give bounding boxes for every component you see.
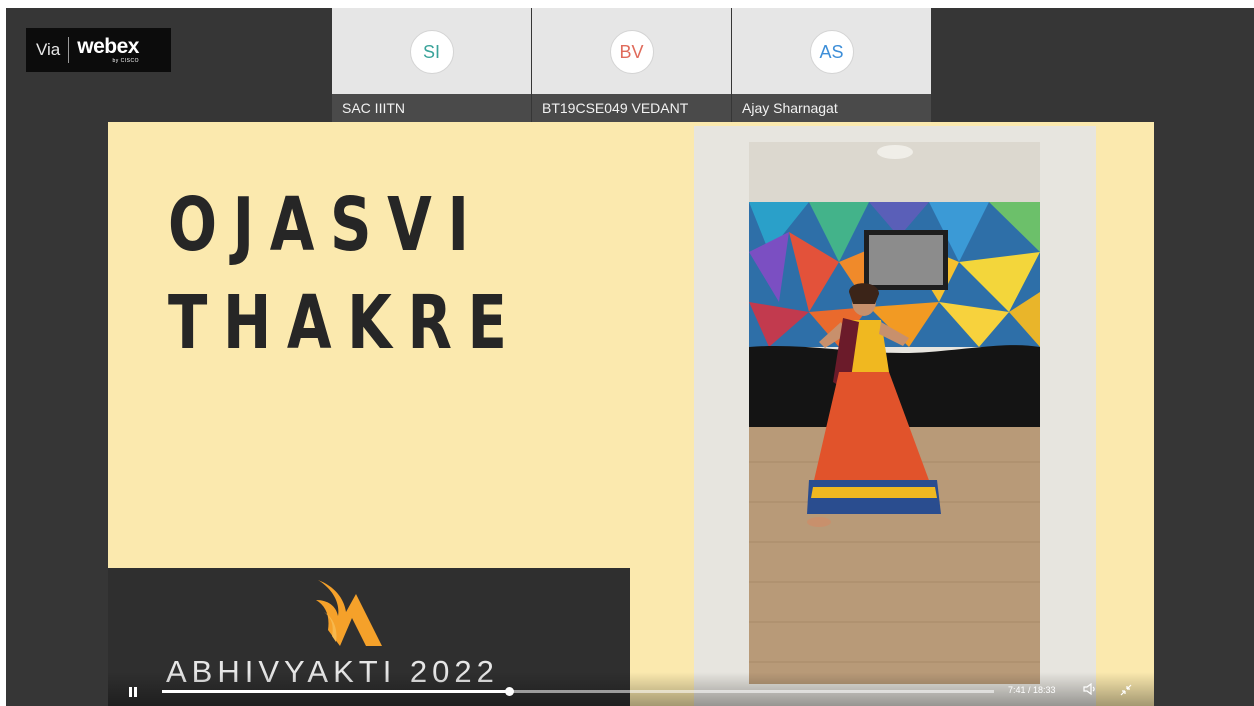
volume-icon[interactable] [1083,683,1097,695]
webex-logo: webex by CISCO [77,36,139,64]
exit-fullscreen-icon[interactable] [1120,684,1132,696]
participant-name: BT19CSE049 VEDANT [542,100,689,116]
progress-thumb[interactable] [504,687,514,696]
progress-bar[interactable] [162,687,994,696]
webex-badge: Via webex by CISCO [26,28,171,72]
progress-fill [162,690,509,693]
participant-tile[interactable]: SI SAC IIITN [332,8,531,122]
meeting-stage: Via webex by CISCO SI SAC IIITN BV BT19C… [6,8,1254,706]
dance-performance-video [749,142,1040,684]
participant-tile[interactable]: BV BT19CSE049 VEDANT [532,8,731,122]
participant-avatar: SI [409,30,454,74]
participant-name: Ajay Sharnagat [742,100,838,116]
webex-separator [68,37,70,63]
performance-video-frame[interactable] [694,126,1096,706]
webex-via-label: Via [36,40,61,59]
playback-time: 7:41 / 18:33 [1008,685,1056,695]
participant-tile[interactable]: AS Ajay Sharnagat [732,8,931,122]
webex-by-cisco-text: by CISCO [112,58,139,64]
abhivyakti-flame-logo-icon [316,580,382,646]
participant-avatar: BV [609,30,654,74]
performer-last-name: THAKRE [168,280,523,366]
participant-name: SAC IIITN [342,100,406,116]
participant-avatar: AS [809,30,854,74]
video-player-controls: 7:41 / 18:33 [108,672,1154,706]
shared-slide: OJASVI THAKRE ABHIVYAKTI 2022 [108,122,1154,706]
performer-first-name: OJASVI [168,182,485,268]
pause-icon[interactable] [129,687,137,697]
participant-strip: SI SAC IIITN BV BT19CSE049 VEDANT AS Aja… [332,8,931,122]
webex-logo-text: webex [77,35,139,58]
